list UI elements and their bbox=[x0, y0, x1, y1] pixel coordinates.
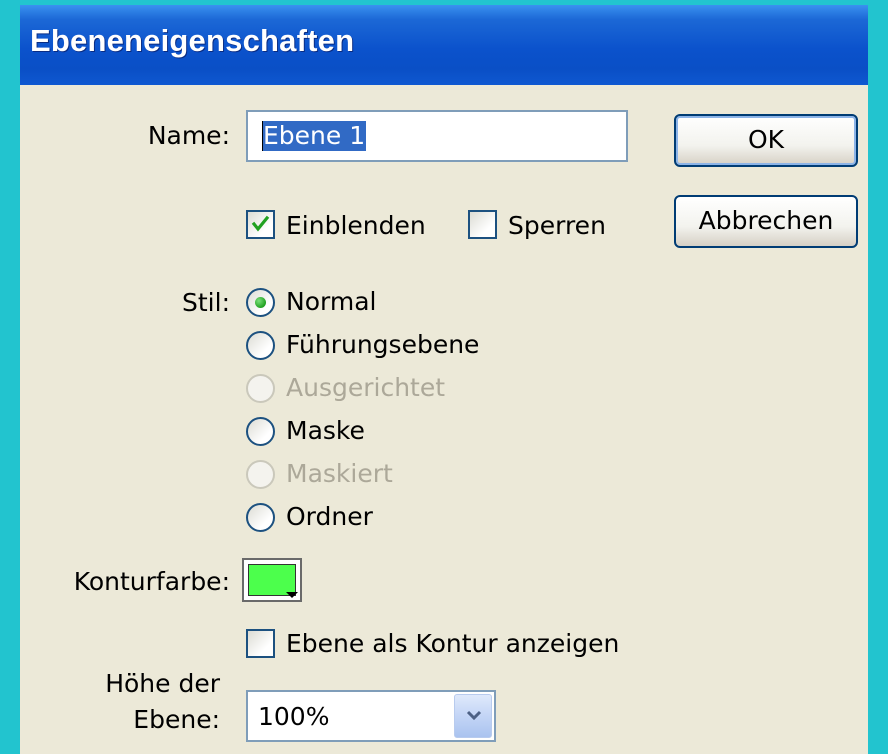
style-radio-mask[interactable] bbox=[246, 417, 275, 446]
style-radio-normal[interactable] bbox=[246, 288, 275, 317]
style-radio-folder[interactable] bbox=[246, 503, 275, 532]
style-option-mask[interactable]: Maske bbox=[286, 416, 365, 445]
name-input[interactable]: Ebene 1 bbox=[246, 110, 628, 162]
layer-height-dropdown-button[interactable] bbox=[454, 694, 492, 738]
ok-button[interactable]: OK bbox=[674, 114, 858, 167]
layer-height-label-line1: Höhe der bbox=[105, 669, 220, 698]
style-option-guided: Ausgerichtet bbox=[286, 373, 446, 402]
show-checkbox[interactable] bbox=[246, 210, 275, 239]
title-bar[interactable]: Ebeneneigenschaften bbox=[20, 5, 868, 85]
style-label: Stil: bbox=[182, 288, 230, 317]
name-input-value: Ebene 1 bbox=[262, 121, 367, 151]
desktop-background-right bbox=[868, 0, 888, 754]
style-radio-masked bbox=[246, 460, 275, 489]
style-option-folder[interactable]: Ordner bbox=[286, 502, 373, 531]
show-label[interactable]: Einblenden bbox=[286, 211, 426, 240]
layer-height-value: 100% bbox=[258, 702, 330, 731]
dropdown-arrow-icon bbox=[286, 592, 298, 598]
style-option-normal[interactable]: Normal bbox=[286, 287, 376, 316]
layer-properties-dialog: Ebeneneigenschaften Name: Ebene 1 OK Abb… bbox=[20, 5, 868, 754]
layer-height-label-line2: Ebene: bbox=[133, 705, 220, 734]
radio-selected-dot bbox=[255, 297, 266, 308]
style-radio-guide[interactable] bbox=[246, 331, 275, 360]
style-radio-guided bbox=[246, 374, 275, 403]
name-label: Name: bbox=[147, 121, 230, 150]
outline-view-label[interactable]: Ebene als Kontur anzeigen bbox=[286, 629, 619, 658]
outline-color-picker[interactable] bbox=[242, 558, 302, 602]
style-option-masked: Maskiert bbox=[286, 459, 393, 488]
lock-checkbox[interactable] bbox=[468, 210, 497, 239]
checkmark-icon bbox=[251, 215, 270, 232]
style-option-guide[interactable]: Führungsebene bbox=[286, 330, 479, 359]
window-title: Ebeneneigenschaften bbox=[30, 23, 355, 58]
chevron-down-icon bbox=[466, 710, 482, 721]
outline-view-checkbox[interactable] bbox=[246, 629, 275, 658]
desktop-background-left bbox=[0, 0, 20, 754]
cancel-button[interactable]: Abbrechen bbox=[674, 195, 858, 248]
layer-height-select[interactable]: 100% bbox=[246, 690, 496, 742]
lock-label[interactable]: Sperren bbox=[508, 211, 606, 240]
outline-color-label: Konturfarbe: bbox=[73, 567, 230, 596]
